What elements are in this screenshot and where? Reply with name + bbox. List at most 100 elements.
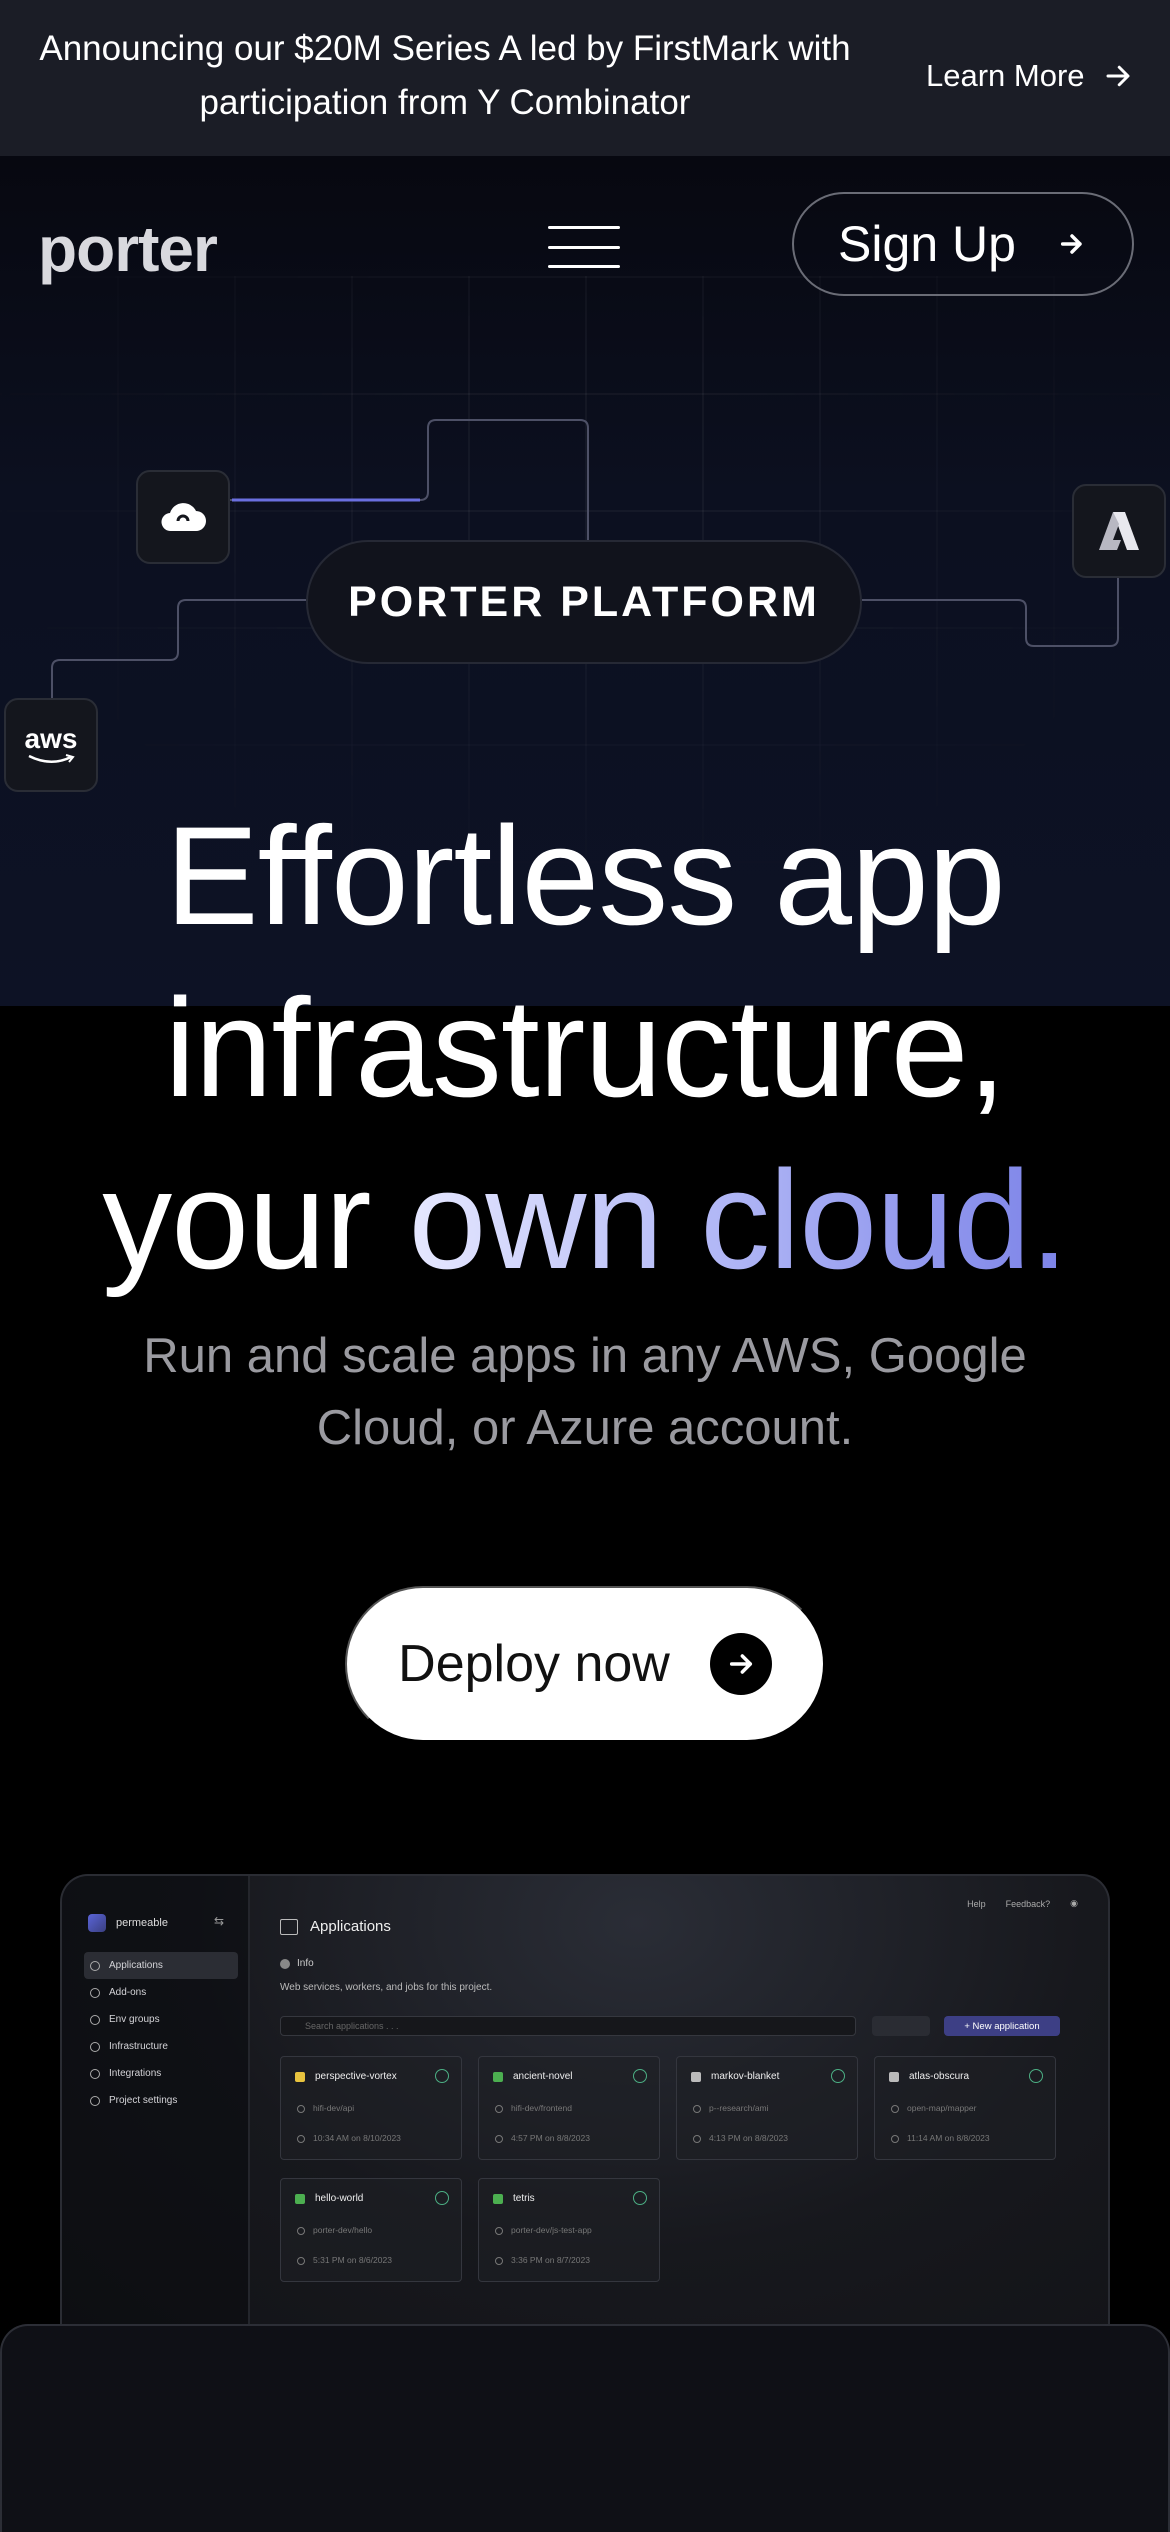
github-icon <box>693 2105 701 2113</box>
app-card: atlas-obscura open-map/mapper 11:14 AM on … <box>874 2056 1056 2160</box>
info-row: Info <box>280 1958 314 1969</box>
check-circle-icon <box>435 2069 449 2083</box>
app-repo: hifi-dev/api <box>313 2103 355 2113</box>
app-time: 11:14 AM on 8/8/2023 <box>907 2133 990 2143</box>
app-name: atlas-obscura <box>909 2071 970 2082</box>
app-card: hello-world porter-dev/hello 5:31 PM on 8/… <box>280 2178 462 2282</box>
clock-icon <box>693 2135 701 2143</box>
porter-logo[interactable]: porter <box>38 212 218 286</box>
headline-line-2: infrastructure, <box>164 969 1007 1126</box>
github-icon <box>297 2227 305 2235</box>
check-circle-icon <box>1029 2069 1043 2083</box>
headline-line-3-gradient: own cloud. <box>408 1141 1068 1298</box>
sidebar-list: Applications Add-ons Env groups Infrastr… <box>84 1952 238 2114</box>
azure-logo-icon <box>1099 512 1139 550</box>
hamburger-menu-icon[interactable] <box>548 226 620 268</box>
app-status-icon <box>493 2194 503 2204</box>
swap-icon: ⇆ <box>214 1914 225 1928</box>
learn-more-link[interactable]: Learn More <box>926 58 1133 94</box>
search-applications-input: Search applications . . . <box>280 2016 856 2036</box>
dashboard-sidebar: permeable ⇆ Applications Add-ons Env gro… <box>62 1876 250 2344</box>
check-circle-icon <box>831 2069 845 2083</box>
app-card: ancient-novel hifi-dev/frontend 4:57 PM on… <box>478 2056 660 2160</box>
announcement-text: Announcing our $20M Series A led by Firs… <box>39 29 851 122</box>
new-application-button: + New application <box>944 2016 1060 2036</box>
app-time: 3:36 PM on 8/7/2023 <box>511 2255 590 2265</box>
github-icon <box>297 2105 305 2113</box>
sidebar-item-project-settings: Project settings <box>84 2087 238 2114</box>
app-repo: porter-dev/hello <box>313 2225 373 2235</box>
sidebar-item-env-groups: Env groups <box>84 2006 238 2033</box>
app-card: tetris porter-dev/js-test-app 3:36 PM on 8… <box>478 2178 660 2282</box>
app-repo: p--research/ami <box>709 2103 769 2113</box>
clock-icon <box>495 2257 503 2265</box>
project-badge-icon <box>88 1914 106 1932</box>
announcement-bar: Announcing our $20M Series A led by Firs… <box>0 0 1170 156</box>
headline-line-1: Effortless app <box>165 797 1005 954</box>
clock-icon <box>495 2135 503 2143</box>
app-card: perspective-vortex hifi-dev/api 10:34 AM o… <box>280 2056 462 2160</box>
info-icon <box>280 1958 290 1969</box>
view-toggle <box>872 2016 930 2036</box>
dashboard-title: Applications <box>280 1918 391 1935</box>
app-name: ancient-novel <box>513 2071 573 2082</box>
user-icon: ◉ <box>1070 1898 1078 1908</box>
app-name: markov-blanket <box>711 2071 780 2082</box>
aws-smile-icon <box>28 754 75 763</box>
azure-tile <box>1072 484 1166 578</box>
clock-icon <box>297 2257 305 2265</box>
app-status-icon <box>691 2072 701 2082</box>
check-circle-icon <box>633 2191 647 2205</box>
info-description: Web services, workers, and jobs for this… <box>280 1982 493 1993</box>
hero-headline: Effortless app infrastructure, your own … <box>0 790 1170 1306</box>
headline-line-3-plain: your <box>102 1141 409 1298</box>
github-icon <box>495 2227 503 2235</box>
dashboard-preview: permeable ⇆ Applications Add-ons Env gro… <box>60 1874 1110 2344</box>
help-link: Help <box>967 1898 986 1909</box>
aws-label: aws <box>24 723 78 754</box>
app-status-icon <box>295 2072 305 2082</box>
check-circle-icon <box>435 2191 449 2205</box>
app-repo: open-map/mapper <box>907 2103 977 2113</box>
project-name: permeable <box>116 1917 168 1929</box>
cloud-icon <box>161 503 206 532</box>
sign-up-label: Sign Up <box>838 216 1016 272</box>
app-time: 5:31 PM on 8/6/2023 <box>313 2255 392 2265</box>
app-time: 4:13 PM on 8/8/2023 <box>709 2133 788 2143</box>
arrow-circle-icon <box>709 1633 772 1695</box>
sidebar-item-applications: Applications <box>84 1952 238 1979</box>
app-status-icon <box>295 2194 305 2204</box>
app-name: perspective-vortex <box>315 2071 397 2082</box>
app-name: hello-world <box>315 2193 364 2204</box>
porter-platform-pill: PORTER PLATFORM <box>306 540 862 664</box>
aws-tile: aws <box>4 698 98 792</box>
learn-more-label: Learn More <box>926 58 1085 93</box>
arrow-right-icon <box>1106 65 1130 87</box>
app-card: markov-blanket p--research/ami 4:13 PM on … <box>676 2056 858 2160</box>
feedback-link: Feedback? <box>1005 1898 1051 1909</box>
app-time: 10:34 AM on 8/10/2023 <box>313 2133 401 2143</box>
clock-icon <box>297 2135 305 2143</box>
github-icon <box>495 2105 503 2113</box>
sidebar-item-integrations: Integrations <box>84 2060 238 2087</box>
app-status-icon <box>889 2072 899 2082</box>
github-icon <box>891 2105 899 2113</box>
app-repo: hifi-dev/frontend <box>511 2103 572 2113</box>
project-selector: permeable <box>88 1914 168 1932</box>
app-status-icon <box>493 2072 503 2082</box>
sidebar-item-infrastructure: Infrastructure <box>84 2033 238 2060</box>
applications-icon <box>280 1918 298 1935</box>
app-name: tetris <box>513 2193 535 2204</box>
app-time: 4:57 PM on 8/8/2023 <box>511 2133 590 2143</box>
sidebar-item-add-ons: Add-ons <box>84 1979 238 2006</box>
google-cloud-tile <box>136 470 230 564</box>
sign-up-button[interactable]: Sign Up <box>792 192 1134 296</box>
check-circle-icon <box>633 2069 647 2083</box>
clock-icon <box>891 2135 899 2143</box>
hero-subtitle: Run and scale apps in any AWS, Google Cl… <box>143 1329 1027 1455</box>
bottom-panel <box>0 2324 1170 2532</box>
app-repo: porter-dev/js-test-app <box>511 2225 592 2235</box>
deploy-now-button[interactable]: Deploy now <box>345 1586 825 1742</box>
headline-line-3: your own cloud. <box>0 1134 1170 1306</box>
dashboard-top-links: Help Feedback? ◉ <box>967 1898 1078 1909</box>
